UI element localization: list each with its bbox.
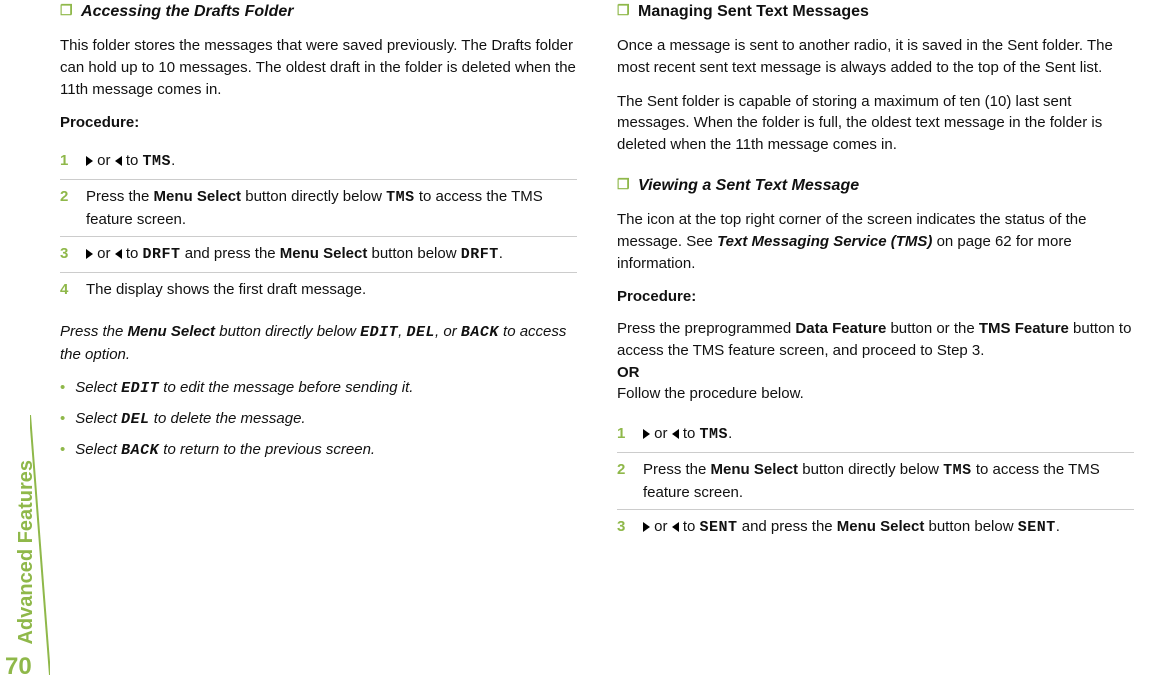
heading-viewing-sent: ❐ Viewing a Sent Text Message: [617, 174, 1134, 197]
sent-intro-2: The Sent folder is capable of storing a …: [617, 91, 1134, 156]
nav-left-icon: [115, 156, 122, 166]
step-3: 3 or to SENT and press the Menu Select b…: [617, 510, 1134, 545]
step-body: or to DRFT and press the Menu Select but…: [86, 243, 577, 266]
document-icon: ❐: [617, 174, 630, 194]
procedure-option-a: Press the preprogrammed Data Feature but…: [617, 318, 1134, 362]
nav-right-icon: [86, 249, 93, 259]
section-label: Advanced Features: [12, 460, 41, 645]
step-number: 1: [60, 150, 72, 173]
heading-drafts: ❐ Accessing the Drafts Folder: [60, 0, 577, 23]
nav-left-icon: [672, 522, 679, 532]
or-label: OR: [617, 364, 640, 381]
step-number: 2: [617, 459, 629, 504]
heading-managing-sent-text: Managing Sent Text Messages: [638, 3, 869, 20]
right-column: ❐ Managing Sent Text Messages Once a mes…: [617, 0, 1134, 545]
heading-drafts-text: Accessing the Drafts Folder: [81, 3, 294, 20]
step-body: or to TMS.: [643, 423, 1134, 446]
heading-managing-sent: ❐ Managing Sent Text Messages: [617, 0, 1134, 23]
step-body: or to SENT and press the Menu Select but…: [643, 516, 1134, 539]
nav-left-icon: [115, 249, 122, 259]
nav-left-icon: [672, 429, 679, 439]
page-number: 70: [5, 650, 32, 685]
viewing-intro: The icon at the top right corner of the …: [617, 209, 1134, 274]
step-body: Press the Menu Select button directly be…: [86, 186, 577, 231]
procedure-label: Procedure:: [60, 112, 577, 134]
step-number: 1: [617, 423, 629, 446]
step-number: 3: [60, 243, 72, 266]
document-icon: ❐: [60, 0, 73, 20]
nav-right-icon: [86, 156, 93, 166]
step-2: 2 Press the Menu Select button directly …: [60, 180, 577, 238]
document-icon: ❐: [617, 0, 630, 20]
step-number: 2: [60, 186, 72, 231]
step-3: 3 or to DRFT and press the Menu Select b…: [60, 237, 577, 273]
option-edit: Select EDIT to edit the message before s…: [60, 377, 577, 400]
step-body: Press the Menu Select button directly be…: [643, 459, 1134, 504]
options-list: Select EDIT to edit the message before s…: [60, 377, 577, 461]
procedure-option-b: Follow the procedure below.: [617, 383, 1134, 405]
option-del: Select DEL to delete the message.: [60, 408, 577, 431]
step-4: 4 The display shows the first draft mess…: [60, 273, 577, 307]
sent-intro-1: Once a message is sent to another radio,…: [617, 35, 1134, 79]
nav-right-icon: [643, 522, 650, 532]
option-back: Select BACK to return to the previous sc…: [60, 439, 577, 462]
step-number: 3: [617, 516, 629, 539]
options-note: Press the Menu Select button directly be…: [60, 321, 577, 366]
step-body: or to TMS.: [86, 150, 577, 173]
procedure-label: Procedure:: [617, 286, 1134, 308]
step-body: The display shows the first draft messag…: [86, 279, 577, 301]
step-1: 1 or to TMS.: [617, 417, 1134, 453]
intro-paragraph: This folder stores the messages that wer…: [60, 35, 577, 100]
left-column: ❐ Accessing the Drafts Folder This folde…: [60, 0, 577, 545]
step-2: 2 Press the Menu Select button directly …: [617, 453, 1134, 511]
step-number: 4: [60, 279, 72, 301]
nav-right-icon: [643, 429, 650, 439]
step-1: 1 or to TMS.: [60, 144, 577, 180]
heading-viewing-sent-text: Viewing a Sent Text Message: [638, 177, 859, 194]
